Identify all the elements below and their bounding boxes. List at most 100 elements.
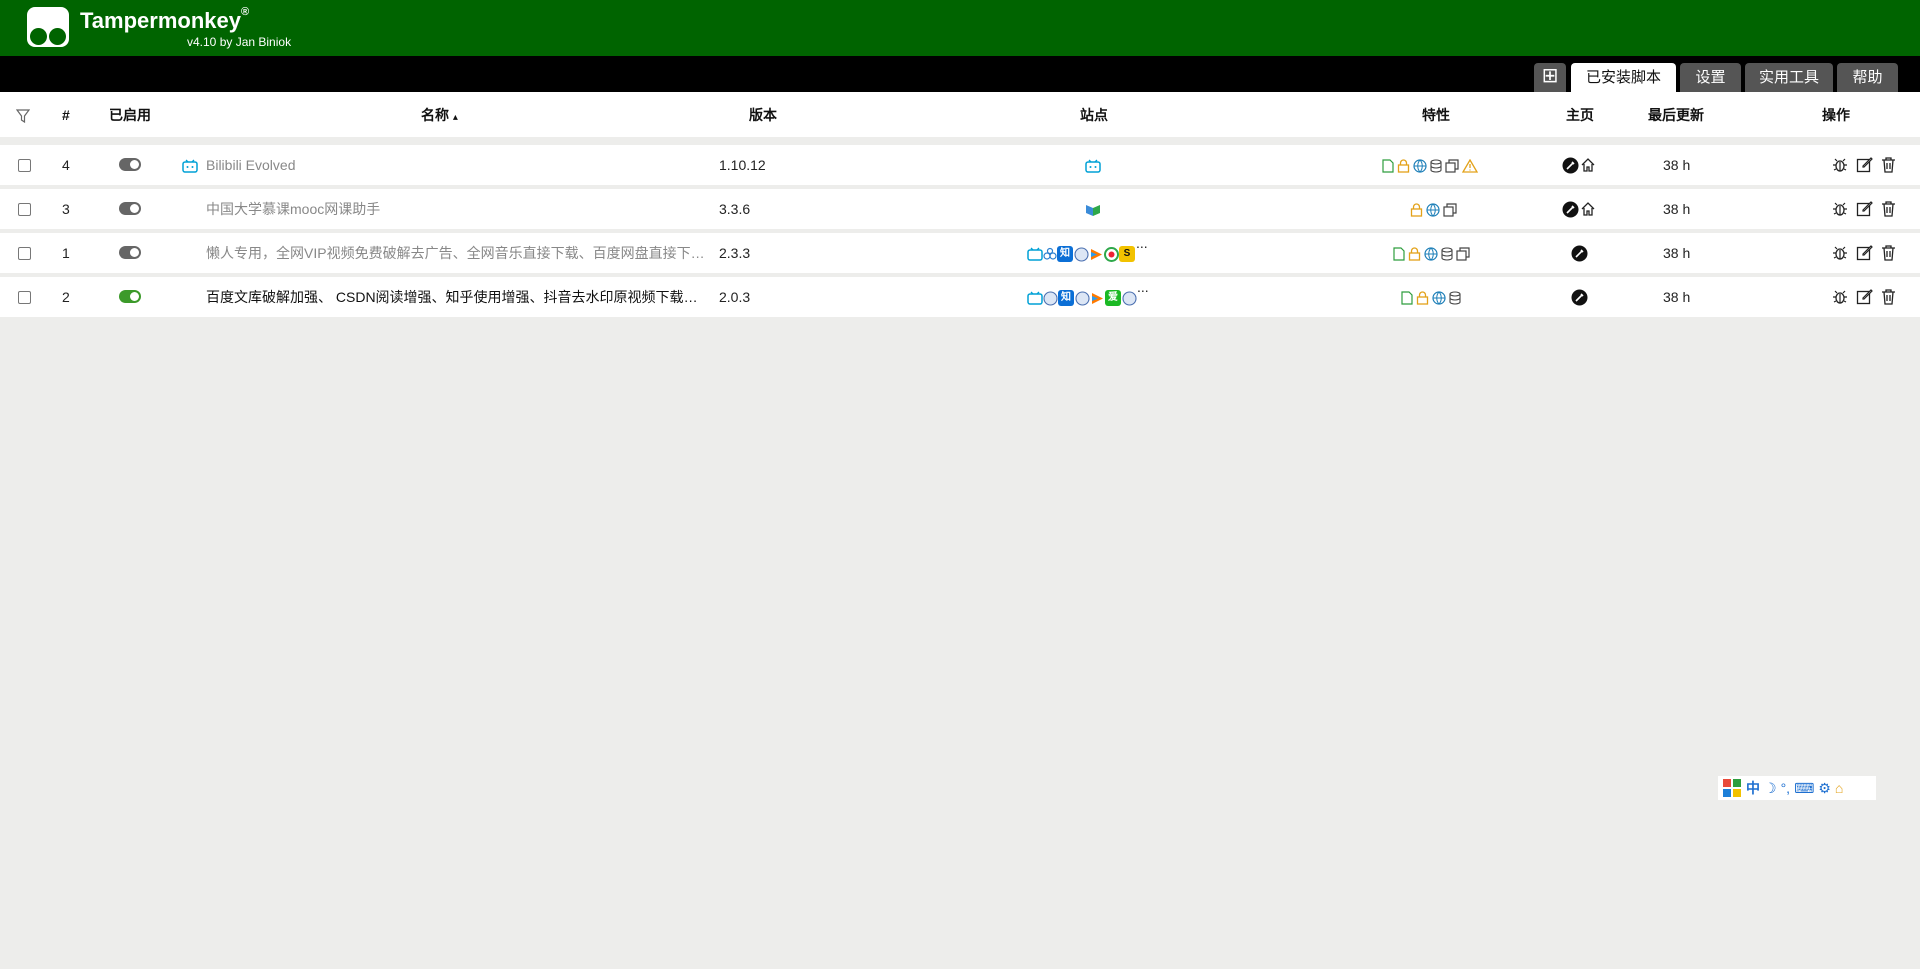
- sort-asc-icon: ▴: [452, 112, 458, 123]
- row-select-checkbox[interactable]: [18, 247, 31, 260]
- site-icons: [1085, 201, 1101, 219]
- edit-icon[interactable]: [1856, 156, 1873, 173]
- ime-toolbar: 中 ☽ °, ⌨ ⚙ ⌂: [1718, 776, 1876, 800]
- ime-logo-icon[interactable]: [1722, 778, 1742, 798]
- tab-settings[interactable]: 设置: [1680, 63, 1741, 92]
- row-select-checkbox[interactable]: [18, 291, 31, 304]
- column-enabled[interactable]: 已启用: [109, 92, 151, 138]
- sohu-icon: S: [1119, 246, 1135, 262]
- support-icon[interactable]: [1562, 201, 1579, 218]
- script-name-link[interactable]: 中国大学慕课mooc网课助手: [206, 189, 380, 229]
- column-actions: 操作: [1822, 107, 1850, 123]
- homepage-links: [1562, 157, 1596, 174]
- enable-toggle[interactable]: [119, 158, 141, 171]
- windows-icon: [1456, 247, 1470, 261]
- debug-icon[interactable]: [1832, 200, 1848, 217]
- row-select-checkbox[interactable]: [18, 203, 31, 216]
- tab-utilities[interactable]: 实用工具: [1745, 63, 1833, 92]
- feature-icons: [1382, 157, 1478, 175]
- script-name-link[interactable]: 百度文库破解加强、 CSDN阅读增强、知乎使用增强、抖音去水印原视频下载、全..…: [206, 277, 706, 317]
- edit-icon[interactable]: [1856, 244, 1873, 261]
- home-icon[interactable]: [1580, 157, 1596, 173]
- column-index[interactable]: #: [62, 92, 70, 138]
- lock-icon: [1408, 247, 1421, 261]
- file-icon: [1393, 247, 1405, 261]
- row-actions: [1832, 244, 1896, 261]
- table-row: 4 Bilibili Evolved 1.10.12 38 h: [0, 145, 1920, 185]
- debug-icon[interactable]: [1832, 156, 1848, 173]
- tampermonkey-logo-icon: [27, 7, 69, 47]
- trash-icon[interactable]: [1881, 288, 1896, 305]
- youku-icon: [1043, 247, 1057, 260]
- home-icon[interactable]: [1580, 201, 1596, 217]
- script-version: 1.10.12: [719, 157, 766, 173]
- edit-icon[interactable]: [1856, 200, 1873, 217]
- column-homepage[interactable]: 主页: [1566, 92, 1594, 138]
- homepage-links: [1562, 201, 1596, 218]
- globe-icon: [1413, 159, 1427, 173]
- punctuation-icon[interactable]: °,: [1781, 778, 1791, 798]
- ime-language-toggle[interactable]: 中: [1746, 778, 1760, 798]
- keyboard-icon[interactable]: ⌨: [1794, 778, 1814, 798]
- column-sites[interactable]: 站点: [1080, 92, 1108, 138]
- tab-installed-scripts[interactable]: 已安装脚本: [1571, 63, 1676, 92]
- bilibili-icon: [1027, 247, 1043, 261]
- table-row: 3 中国大学慕课mooc网课助手 3.3.6 38 h: [0, 189, 1920, 229]
- generic-site-icon: [1122, 290, 1137, 306]
- column-name[interactable]: 名称 ▴: [421, 92, 458, 138]
- iqiyi-icon: [1104, 246, 1119, 262]
- debug-icon[interactable]: [1832, 288, 1848, 305]
- lock-icon: [1397, 159, 1410, 173]
- moon-icon[interactable]: ☽: [1764, 778, 1777, 798]
- enable-toggle[interactable]: [119, 202, 141, 215]
- lock-icon: [1410, 203, 1423, 217]
- file-icon: [1382, 159, 1394, 173]
- enable-toggle[interactable]: [119, 246, 141, 259]
- tab-help[interactable]: 帮助: [1837, 63, 1898, 92]
- row-actions: [1832, 288, 1896, 305]
- row-select-checkbox[interactable]: [18, 159, 31, 172]
- trash-icon[interactable]: [1881, 244, 1896, 261]
- site-icons: 知 爱 ...: [1027, 279, 1149, 307]
- filter-icon[interactable]: [15, 92, 31, 138]
- warning-icon: [1462, 159, 1478, 173]
- table-header: # 已启用 名称 ▴ 版本 站点 特性 主页 最后更新 操作: [0, 92, 1920, 140]
- column-version[interactable]: 版本: [749, 92, 777, 138]
- script-icon: [182, 145, 198, 185]
- support-icon[interactable]: [1562, 157, 1579, 174]
- app-byline: v4.10 by Jan Biniok: [187, 35, 292, 49]
- homepage-links: [1571, 289, 1588, 306]
- gear-icon[interactable]: ⚙: [1818, 778, 1831, 798]
- debug-icon[interactable]: [1832, 244, 1848, 261]
- tab-bar: ⊞ 已安装脚本 设置 实用工具 帮助: [0, 56, 1920, 92]
- mooc-icon: [1086, 205, 1100, 216]
- column-last-updated[interactable]: 最后更新: [1648, 92, 1704, 138]
- column-features[interactable]: 特性: [1422, 92, 1450, 138]
- script-version: 2.0.3: [719, 289, 751, 305]
- enable-toggle[interactable]: [119, 290, 141, 303]
- bilibili-icon: [1027, 291, 1043, 305]
- support-icon[interactable]: [1571, 245, 1588, 262]
- iqiyi-icon: 爱: [1105, 290, 1121, 306]
- row-index: 3: [62, 201, 70, 217]
- lock-icon: [1416, 291, 1429, 305]
- globe-icon: [1432, 291, 1446, 305]
- row-index: 2: [62, 289, 70, 305]
- home-icon[interactable]: ⌂: [1835, 778, 1843, 798]
- support-icon[interactable]: [1571, 289, 1588, 306]
- last-updated: 38 h: [1663, 157, 1691, 173]
- app-title: Tampermonkey®: [80, 6, 250, 33]
- script-name-link[interactable]: 懒人专用，全网VIP视频免费破解去广告、全网音乐直接下载、百度网盘直接下载...: [206, 233, 706, 273]
- trash-icon[interactable]: [1881, 200, 1896, 217]
- row-index: 4: [62, 157, 70, 173]
- row-actions: [1832, 200, 1896, 217]
- app-header: Tampermonkey® v4.10 by Jan Biniok: [0, 0, 1920, 56]
- edit-icon[interactable]: [1856, 288, 1873, 305]
- trash-icon[interactable]: [1881, 156, 1896, 173]
- table-row: 2 百度文库破解加强、 CSDN阅读增强、知乎使用增强、抖音去水印原视频下载、全…: [0, 277, 1920, 317]
- database-icon: [1449, 291, 1461, 305]
- tencent-video-icon: [1091, 248, 1102, 260]
- script-name-link[interactable]: Bilibili Evolved: [206, 145, 295, 185]
- row-index: 1: [62, 245, 70, 261]
- tab-new-script[interactable]: ⊞: [1534, 63, 1566, 92]
